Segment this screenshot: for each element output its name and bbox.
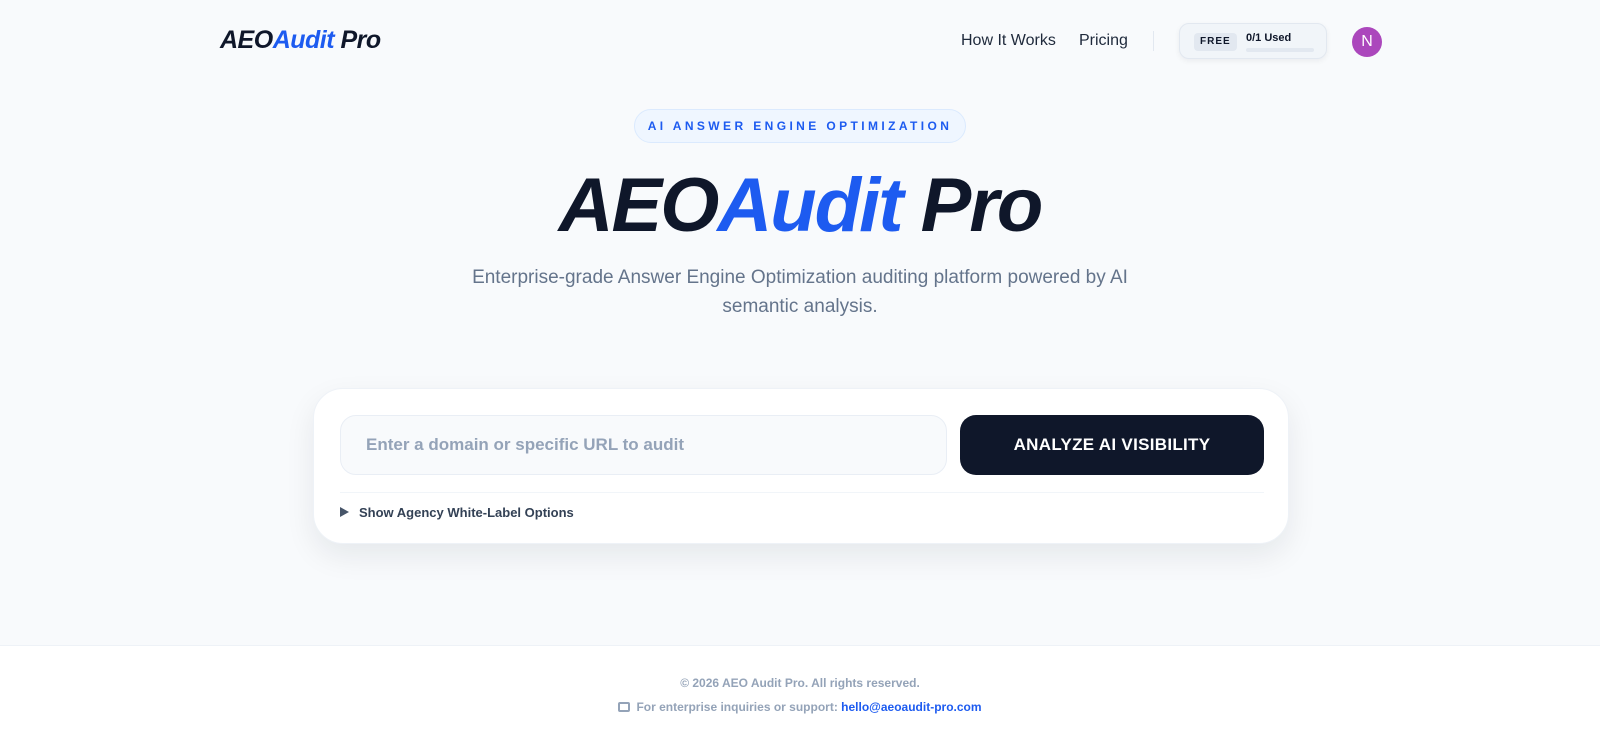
logo-accent: Audit (272, 26, 335, 54)
hero-title-suffix: Pro (901, 163, 1044, 248)
logo-primary: AEO (220, 26, 273, 54)
nav-divider (1153, 31, 1154, 51)
analyze-button[interactable]: ANALYZE AI VISIBILITY (960, 415, 1264, 475)
triangle-right-icon (340, 507, 349, 517)
hero-title-accent: Audit (717, 163, 903, 248)
usage-progress-bar (1246, 48, 1314, 52)
card-divider (340, 492, 1264, 493)
hero-subtitle: Enterprise-grade Answer Engine Optimizat… (472, 267, 1128, 317)
support-text: For enterprise inquiries or support: (636, 700, 838, 714)
whitelabel-label: Show Agency White-Label Options (359, 504, 574, 520)
user-avatar[interactable]: N (1352, 27, 1382, 57)
nav-pricing[interactable]: Pricing (1079, 32, 1128, 50)
hero-title: AEOAudit Pro (0, 162, 1600, 249)
eyebrow-badge: AI ANSWER ENGINE OPTIMIZATION (634, 109, 966, 143)
top-header: AEOAudit Pro How It Works Pricing FREE 0… (0, 0, 1600, 84)
page-footer: © 2026 AEO Audit Pro. All rights reserve… (0, 645, 1600, 734)
hero-title-primary: AEO (558, 163, 720, 248)
usage-count: 0/1 Used (1246, 32, 1292, 44)
audit-card: ANALYZE AI VISIBILITY Show Agency White-… (313, 388, 1289, 544)
copyright-text: © 2026 AEO Audit Pro. All rights reserve… (680, 676, 920, 690)
plan-badge: FREE (1194, 33, 1237, 51)
logo-suffix: Pro (334, 26, 382, 54)
header-logo[interactable]: AEOAudit Pro (220, 26, 381, 55)
support-line: For enterprise inquiries or support: hel… (0, 700, 1600, 714)
whitelabel-toggle[interactable]: Show Agency White-Label Options (340, 503, 574, 521)
mail-icon (618, 702, 631, 712)
usage-indicator[interactable]: FREE 0/1 Used (1179, 23, 1327, 59)
url-input[interactable] (340, 415, 947, 475)
nav-how-it-works[interactable]: How It Works (961, 32, 1056, 50)
support-email-link[interactable]: hello@aeoaudit-pro.com (841, 700, 981, 714)
